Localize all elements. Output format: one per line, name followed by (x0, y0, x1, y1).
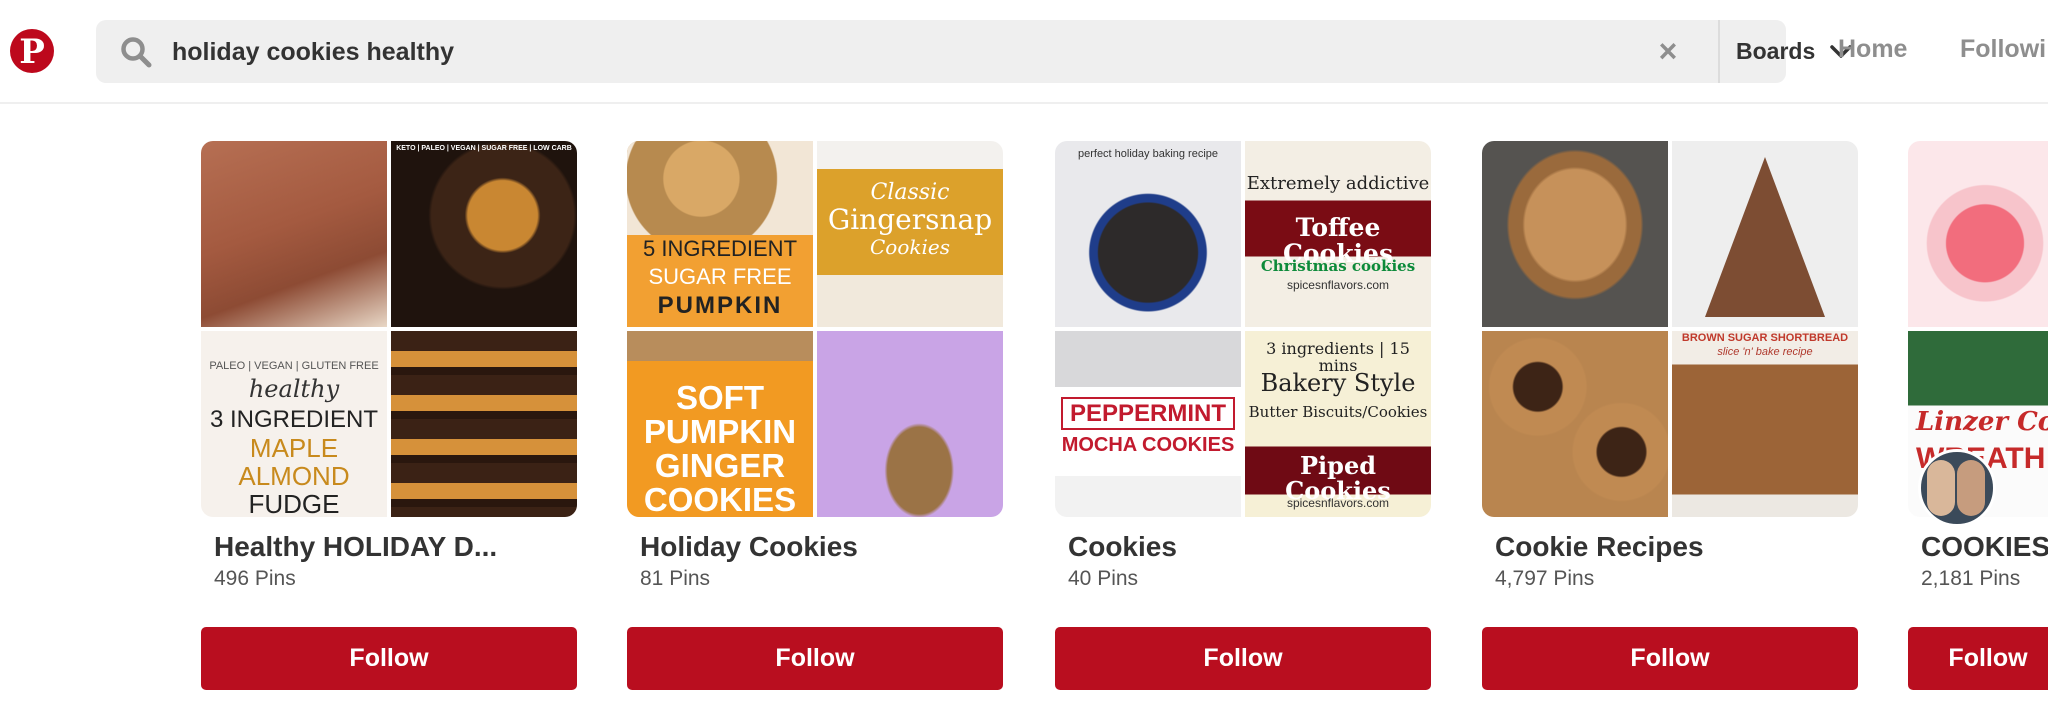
board-title[interactable]: Cookie Recipes (1495, 531, 1858, 563)
board-cover-collage[interactable]: 5 INGREDIENT SUGAR FREE PUMPKIN Classic … (627, 141, 1003, 517)
avatar-face (1927, 460, 1955, 516)
tile-caption: Bakery Style (1260, 369, 1416, 397)
follow-button[interactable]: Follow (1482, 627, 1858, 690)
follow-button[interactable]: Follow (627, 627, 1003, 690)
avatar-face (1957, 460, 1985, 516)
tile-caption: Christmas cookies (1260, 257, 1416, 275)
pin-thumbnail: 3 ingredients | 15 mins Bakery Style But… (1245, 331, 1431, 517)
tile-caption: MOCHA COOKIES (1061, 434, 1235, 456)
tile-caption: SOFT (676, 379, 764, 416)
tile-caption: Cookies (870, 235, 950, 259)
tile-caption: ALMOND (238, 461, 350, 491)
tile-caption: SUGAR FREE (648, 264, 792, 289)
tile-caption: slice 'n' bake recipe (1717, 346, 1813, 358)
pin-thumbnail (1908, 141, 2048, 327)
pin-thumbnail: Classic Gingersnap Cookies (817, 141, 1003, 327)
board-pin-count: 40 Pins (1068, 567, 1139, 590)
logo-letter: P (19, 32, 45, 72)
search-bar[interactable]: holiday cookies healthy × Boards (96, 20, 1852, 83)
tile-caption: COOKIES (643, 481, 797, 517)
board-card[interactable]: BROWN SUGAR SHORTBREAD slice 'n' bake re… (1482, 141, 1858, 690)
pinterest-logo-icon[interactable]: P (10, 29, 54, 73)
tile-caption: Butter Biscuits/Cookies (1248, 403, 1428, 421)
board-pin-count: 4,797 Pins (1495, 567, 1595, 590)
tile-caption: BROWN SUGAR SHORTBREAD (1681, 332, 1849, 344)
tile-caption: spicesnflavors.com (1286, 278, 1390, 292)
tile-caption: PUMPKIN (657, 292, 783, 319)
follow-button[interactable]: Follow (1055, 627, 1431, 690)
board-title[interactable]: Holiday Cookies (640, 531, 1003, 563)
nav-following-link[interactable]: Followi (1960, 35, 2046, 64)
tile-caption: spicesnflavors.com (1286, 496, 1390, 510)
tile-caption: perfect holiday baking recipe (1077, 148, 1219, 160)
search-input[interactable]: holiday cookies healthy (172, 36, 454, 68)
tile-caption: PEPPERMINT (1061, 397, 1235, 431)
tile-caption: 5 INGREDIENT (642, 236, 798, 261)
board-title[interactable]: Healthy HOLIDAY D... (214, 531, 577, 563)
board-card[interactable]: 5 INGREDIENT SUGAR FREE PUMPKIN Classic … (627, 141, 1003, 690)
search-divider (1718, 20, 1720, 83)
pin-thumbnail: PALEO | VEGAN | GLUTEN FREE healthy 3 IN… (201, 331, 387, 517)
tile-caption: GINGER (654, 447, 786, 484)
board-card[interactable]: perfect holiday baking recipe Extremely … (1055, 141, 1431, 690)
board-cover-collage[interactable]: perfect holiday baking recipe Extremely … (1055, 141, 1431, 517)
tile-caption: healthy (248, 375, 340, 403)
pin-thumbnail (817, 331, 1003, 517)
search-scope-dropdown[interactable]: Boards (1736, 20, 1853, 83)
tile-caption: FUDGE (248, 489, 340, 517)
follow-button[interactable]: Follow (201, 627, 577, 690)
nav-home-link[interactable]: Home (1838, 35, 1907, 64)
search-icon (121, 37, 152, 68)
tile-photo (1705, 157, 1825, 317)
tile-photo (627, 141, 813, 235)
board-card[interactable]: Linzer Coo WREATH COOKIES 2,181 Pins Fol… (1908, 141, 2048, 690)
pin-thumbnail (1482, 331, 1668, 517)
tile-caption: 3 INGREDIENT (209, 406, 379, 433)
top-header: P holiday cookies healthy × Boards Home … (0, 0, 2048, 104)
pin-thumbnail: SOFT PUMPKIN GINGER COOKIES (627, 331, 813, 517)
board-title[interactable]: Cookies (1068, 531, 1431, 563)
search-scope-label: Boards (1736, 38, 1816, 64)
pin-thumbnail (391, 331, 577, 517)
pin-thumbnail (1672, 141, 1858, 327)
board-pin-count: 496 Pins (214, 567, 296, 590)
board-pin-count: 81 Pins (640, 567, 711, 590)
pin-thumbnail: KETO | PALEO | VEGAN | SUGAR FREE | LOW … (391, 141, 577, 327)
tile-caption: Extremely addictive (1246, 173, 1430, 194)
board-cover-collage[interactable]: KETO | PALEO | VEGAN | SUGAR FREE | LOW … (201, 141, 577, 517)
follow-button[interactable]: Follow (1908, 627, 2048, 690)
close-icon[interactable]: × (1653, 33, 1683, 69)
board-card[interactable]: KETO | PALEO | VEGAN | SUGAR FREE | LOW … (201, 141, 577, 690)
tile-caption: PALEO | VEGAN | GLUTEN FREE (209, 360, 379, 372)
pin-thumbnail: PEPPERMINT MOCHA COOKIES (1055, 331, 1241, 517)
tile-caption: Gingersnap (827, 203, 993, 236)
pin-thumbnail: BROWN SUGAR SHORTBREAD slice 'n' bake re… (1672, 331, 1858, 517)
tile-caption: KETO | PALEO | VEGAN | SUGAR FREE | LOW … (396, 145, 572, 152)
board-cover-collage[interactable]: BROWN SUGAR SHORTBREAD slice 'n' bake re… (1482, 141, 1858, 517)
pin-thumbnail (201, 141, 387, 327)
board-title[interactable]: COOKIES (1921, 531, 2048, 563)
board-pin-count: 2,181 Pins (1921, 567, 2021, 590)
pin-thumbnail: Extremely addictive Toffee Cookies Chris… (1245, 141, 1431, 327)
pin-thumbnail (1482, 141, 1668, 327)
tile-caption: Classic (870, 180, 950, 205)
pin-thumbnail: 5 INGREDIENT SUGAR FREE PUMPKIN (627, 141, 813, 327)
tile-caption: Linzer Coo (1916, 407, 2048, 437)
tile-caption: PUMPKIN (643, 413, 797, 450)
pin-thumbnail: perfect holiday baking recipe (1055, 141, 1241, 327)
collaborator-avatar[interactable] (1918, 449, 1996, 527)
tile-caption: MAPLE (249, 433, 339, 463)
